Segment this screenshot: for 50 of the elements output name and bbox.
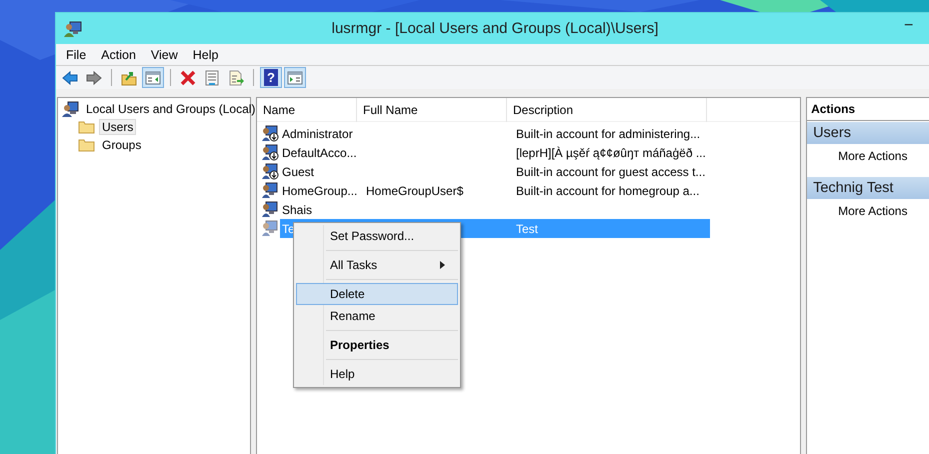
table-cell-text: Test [515,222,540,236]
tree-item[interactable]: Users [99,119,136,135]
users-computer-icon [62,101,79,117]
column-header[interactable]: Name [257,98,357,122]
table-cell-text: Guest [281,164,316,178]
menu-item[interactable]: Rename [296,305,458,327]
forward-arrow-icon [86,70,102,86]
export-list-icon [228,70,244,86]
column-header[interactable]: Description [507,98,707,122]
console-tree-button[interactable] [142,67,164,88]
menu-item[interactable]: View [144,48,184,62]
folder-icon [78,120,95,134]
action-section-header[interactable]: Users [807,122,929,144]
back-arrow-icon [62,70,78,86]
table-cell-text: Built-in account for guest access t... [515,164,706,178]
menu-item[interactable]: Properties [296,334,458,356]
window-title: lusrmgr - [Local Users and Groups (Local)\Users] [332,20,658,37]
action-section-header[interactable]: Technig Test [807,177,929,199]
menu-item[interactable]: All Tasks [296,254,458,276]
tree-item[interactable]: Local Users and Groups (Local) [83,101,258,117]
tree-item[interactable]: Groups [99,137,144,153]
action-link[interactable]: More Actions [838,149,908,163]
menu-item[interactable]: Delete [296,283,458,305]
actions-title: Actions [807,98,929,121]
menu-item[interactable]: Action [95,48,142,62]
table-cell-text: [leprH][À µşěŕ ą¢¢øûŋт máñaģëð ... [515,146,707,160]
table-cell-text: Administrator [281,126,354,140]
table-cell-text: Shais [281,202,314,216]
help-button[interactable]: ? [260,67,282,88]
folder-arrow-icon [121,70,137,86]
console-tree-icon [145,70,161,86]
folder-icon [78,138,95,152]
table-row[interactable]: Shais [280,200,710,219]
table-cell-text: DefaultAcco... [281,146,358,160]
table-cell-text: HomeGroup... [281,184,358,198]
table-row[interactable]: HomeGroup... HomeGroupUser$ Built-in account for homegroup a... [280,181,710,200]
minimize-button[interactable]: − [904,17,914,35]
table-cell-text: HomeGroupUser$ [365,184,464,198]
delete-icon [180,70,196,86]
action-pane-button[interactable] [284,67,306,88]
menu-item[interactable]: Help [186,48,224,62]
menu-item[interactable]: File [60,48,92,62]
table-cell-text: Built-in account for homegroup a... [515,184,700,198]
table-cell-text: Built-in account for administering... [515,126,702,140]
menu-item[interactable]: Help [296,363,458,385]
users-computer-icon [64,20,82,38]
action-link[interactable]: More Actions [838,204,908,218]
column-header[interactable]: Full Name [357,98,507,122]
action-pane-icon [287,70,303,86]
properties-icon [204,70,220,86]
